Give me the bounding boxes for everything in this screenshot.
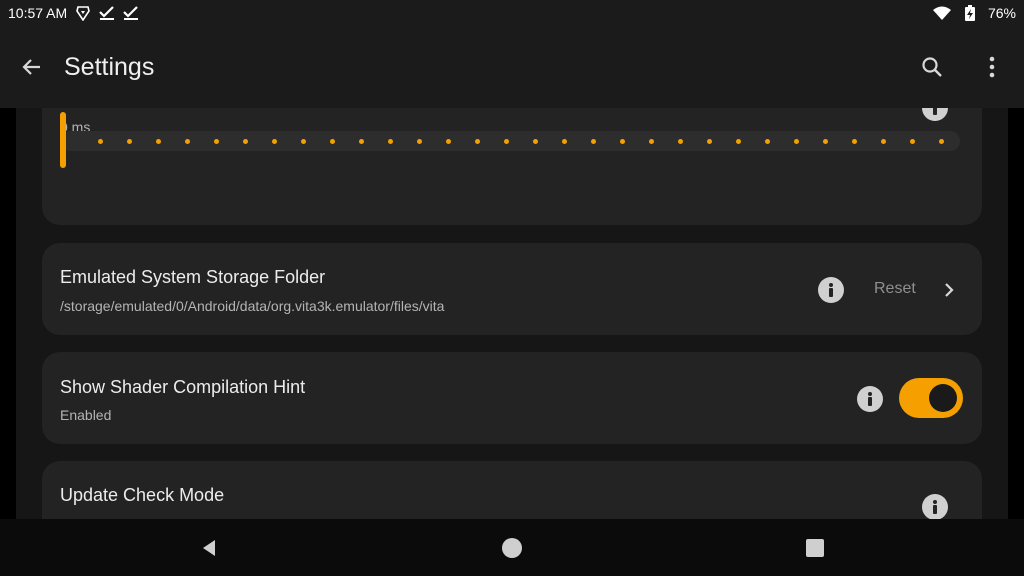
slider-step-dot	[214, 139, 219, 144]
update-check-title: Update Check Mode	[60, 485, 225, 505]
info-icon[interactable]	[818, 277, 844, 303]
page-title: Settings	[64, 52, 155, 81]
battery-percent: 76%	[987, 5, 1016, 21]
status-bar: 10:57 AM 76%	[0, 0, 1024, 26]
slider-step-dot	[272, 139, 277, 144]
storage-folder-card[interactable]: Emulated System Storage Folder /storage/…	[42, 243, 982, 335]
shader-hint-title: Show Shader Compilation Hint	[60, 377, 306, 397]
nav-home-button[interactable]	[499, 535, 525, 561]
latency-slider-thumb[interactable]	[60, 112, 66, 168]
slider-step-dot	[417, 139, 422, 144]
slider-step-dot	[475, 139, 480, 144]
shader-hint-toggle[interactable]	[899, 378, 963, 418]
back-triangle-icon	[203, 540, 215, 556]
shader-hint-status: Enabled	[60, 407, 112, 423]
slider-step-dot	[388, 139, 393, 144]
slider-step-dot	[533, 139, 538, 144]
battery-charging-icon	[960, 5, 980, 21]
back-button[interactable]	[16, 51, 48, 83]
recents-square-icon	[806, 539, 824, 557]
slider-step-dot	[765, 139, 770, 144]
slider-step-dot	[852, 139, 857, 144]
slider-step-dot	[649, 139, 654, 144]
latency-slider-track[interactable]	[60, 131, 960, 151]
slider-step-dot	[591, 139, 596, 144]
settings-list[interactable]: 0 ms Emulated System Storage Folder /sto…	[16, 108, 1008, 519]
slider-step-dot	[301, 139, 306, 144]
wifi-icon	[932, 5, 952, 21]
nav-recents-button[interactable]	[802, 535, 828, 561]
search-button[interactable]	[912, 47, 952, 87]
slider-step-dot	[156, 139, 161, 144]
slider-step-dot	[98, 139, 103, 144]
reset-button[interactable]: Reset	[874, 280, 916, 298]
storage-folder-title: Emulated System Storage Folder	[60, 267, 326, 287]
navigation-bar	[0, 519, 1024, 576]
info-icon[interactable]	[922, 494, 948, 519]
check-download-icon	[97, 5, 117, 21]
shader-hint-card[interactable]: Show Shader Compilation Hint Enabled	[42, 352, 982, 444]
slider-step-dot	[446, 139, 451, 144]
slider-step-dot	[794, 139, 799, 144]
nav-back-button[interactable]	[196, 535, 222, 561]
slider-step-dot	[330, 139, 335, 144]
search-icon	[922, 57, 942, 77]
slider-step-dot	[620, 139, 625, 144]
slider-step-dot	[359, 139, 364, 144]
update-check-card[interactable]: Update Check Mode	[42, 461, 982, 519]
status-time: 10:57 AM	[8, 5, 68, 21]
slider-step-dot	[736, 139, 741, 144]
slider-step-dot	[881, 139, 886, 144]
slider-step-dot	[707, 139, 712, 144]
storage-folder-path: /storage/emulated/0/Android/data/org.vit…	[60, 298, 445, 314]
brave-icon	[73, 5, 93, 21]
info-icon[interactable]	[922, 108, 948, 121]
more-vert-icon	[989, 56, 995, 78]
app-bar: Settings	[0, 26, 1024, 108]
slider-step-dot	[243, 139, 248, 144]
slider-step-dot	[939, 139, 944, 144]
slider-step-dot	[504, 139, 509, 144]
more-options-button[interactable]	[972, 47, 1012, 87]
check-download-icon	[121, 5, 141, 21]
slider-step-dot	[823, 139, 828, 144]
chevron-right-icon[interactable]	[939, 280, 959, 300]
info-icon[interactable]	[857, 386, 883, 412]
slider-step-dot	[185, 139, 190, 144]
slider-step-dot	[562, 139, 567, 144]
slider-step-dot	[678, 139, 683, 144]
arrow-left-icon	[22, 59, 40, 75]
slider-step-dot	[910, 139, 915, 144]
home-circle-icon	[502, 538, 522, 558]
toggle-knob	[929, 384, 957, 412]
latency-setting-card: 0 ms	[42, 108, 982, 225]
slider-step-dot	[127, 139, 132, 144]
